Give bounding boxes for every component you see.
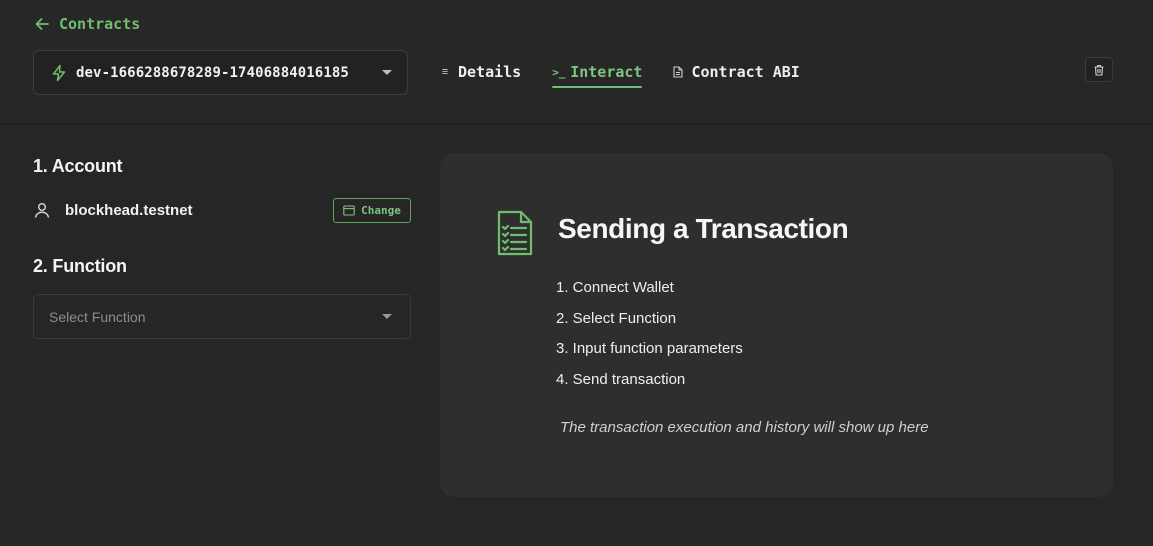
- panel-title: Sending a Transaction: [558, 213, 849, 244]
- transaction-steps-list: 1. Connect Wallet 2. Select Function 3. …: [556, 278, 743, 400]
- tab-interact[interactable]: >_ Interact: [552, 57, 643, 88]
- chevron-down-icon: [382, 314, 392, 319]
- contract-tabs: ≡ Details >_ Interact Contract ABI: [440, 57, 800, 88]
- back-link-label: Contracts: [59, 15, 141, 33]
- tab-details[interactable]: ≡ Details: [440, 57, 521, 87]
- file-icon: [673, 66, 684, 78]
- trash-icon: [1094, 64, 1104, 76]
- transaction-history-note: The transaction execution and history wi…: [560, 419, 929, 436]
- contract-selector-value: dev-1666288678289-17406884016185: [76, 64, 349, 81]
- arrow-left-icon: [35, 18, 49, 30]
- tab-contract-abi-label: Contract ABI: [691, 63, 800, 81]
- account-section-title: 1. Account: [33, 156, 123, 176]
- list-icon: ≡: [441, 66, 449, 78]
- change-button-label: Change: [361, 203, 401, 217]
- delete-contract-button[interactable]: [1085, 57, 1113, 82]
- transaction-panel: Sending a Transaction 1. Connect Wallet …: [440, 153, 1113, 497]
- account-row: blockhead.testnet Change: [33, 197, 411, 223]
- function-select-placeholder: Select Function: [49, 308, 146, 325]
- tab-contract-abi[interactable]: Contract ABI: [673, 57, 800, 87]
- back-to-contracts-link[interactable]: Contracts: [34, 15, 140, 33]
- change-account-button[interactable]: Change: [333, 197, 411, 223]
- account-name: blockhead.testnet: [65, 201, 193, 219]
- user-icon: [34, 203, 50, 218]
- terminal-icon: >_: [552, 65, 566, 79]
- tab-details-label: Details: [458, 63, 522, 81]
- interact-sidebar: 1. Account blockhead.testnet Change 2. F…: [33, 156, 411, 339]
- list-item: 3. Input function parameters: [556, 340, 743, 357]
- list-item: 4. Send transaction: [556, 370, 686, 388]
- function-select[interactable]: Select Function: [33, 294, 411, 339]
- document-checklist-icon: [497, 210, 533, 256]
- chevron-down-icon: [382, 70, 392, 75]
- contract-selector[interactable]: dev-1666288678289-17406884016185: [33, 50, 408, 95]
- list-item: 1. Connect Wallet: [556, 279, 674, 296]
- top-header: Contracts dev-1666288678289-174068840161…: [0, 0, 1153, 124]
- function-section-title: 2. Function: [33, 256, 127, 276]
- list-item: 2. Select Function: [556, 309, 677, 327]
- wallet-icon: [343, 204, 355, 216]
- tab-interact-label: Interact: [570, 63, 643, 81]
- lightning-bolt-icon: [52, 64, 66, 81]
